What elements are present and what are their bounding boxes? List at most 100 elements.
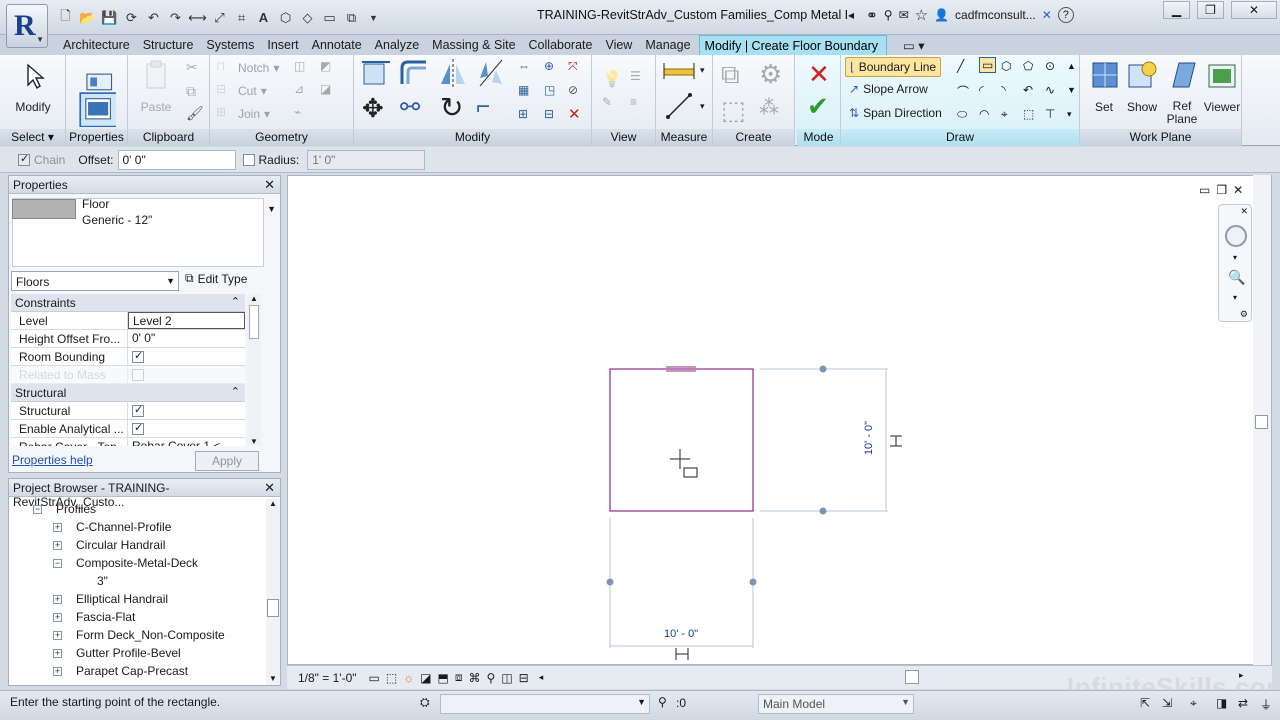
property-row[interactable]: Room Bounding [11, 348, 245, 366]
star-icon[interactable]: ☆ [915, 6, 928, 24]
override-graphics-icon[interactable]: ☰ [630, 69, 641, 83]
paste-button[interactable]: Paste [136, 59, 176, 114]
draw-expand-icon[interactable]: ▾ [1067, 109, 1072, 120]
reveal-hidden-icon[interactable]: ⚲ [487, 671, 496, 685]
scroll-down-icon[interactable]: ▼ [247, 437, 261, 446]
tab-manage[interactable]: Manage [640, 35, 698, 55]
tree-item[interactable]: 3" [9, 573, 267, 591]
shadows-icon[interactable]: ◪ [420, 671, 431, 685]
remove-paint-icon[interactable]: ◪ [320, 82, 331, 96]
tab-collaborate[interactable]: Collaborate [524, 35, 601, 55]
help-icon[interactable]: ? [1057, 7, 1074, 23]
property-group-header[interactable]: Structural ⌃ [11, 384, 245, 402]
grip-left[interactable] [606, 578, 614, 586]
tab-systems[interactable]: Systems [201, 35, 262, 55]
copy-icon[interactable]: ⧉ [186, 83, 196, 100]
exchange-icon[interactable]: ✕ [1042, 8, 1052, 22]
tree-item[interactable]: + Form Deck_Non-Composite [9, 627, 267, 645]
start-end-arc-icon[interactable]: ⌒ [957, 83, 969, 100]
design-option-dropdown[interactable]: Main Model ▼ [758, 694, 914, 714]
hide-bulb-icon[interactable]: 💡 [602, 69, 622, 89]
visual-style-icon[interactable]: ⬚ [386, 671, 397, 685]
horizontal-dimension-toggle-icon[interactable] [675, 648, 689, 660]
close-icon[interactable]: ✕ [1240, 206, 1248, 217]
steering-wheel-icon[interactable] [1225, 225, 1247, 247]
text-icon[interactable]: A [254, 8, 273, 27]
draw-scroll-up-icon[interactable]: ▲ [1067, 61, 1076, 71]
view-minimize-icon[interactable]: ▭ [1199, 183, 1210, 197]
collapse-icon[interactable]: − [33, 505, 42, 514]
customize-qat-icon[interactable]: ▼ [364, 8, 383, 27]
show-work-plane-button[interactable]: Show [1124, 59, 1160, 114]
detail-level-icon[interactable]: ▭ [369, 671, 380, 685]
dimension-dropdown-icon[interactable]: ▾ [700, 101, 705, 112]
chevron-down-icon[interactable]: ▼ [267, 204, 276, 214]
browser-scrollbar[interactable]: ▲ ▼ [266, 499, 280, 685]
close-button[interactable]: ✕ [1231, 1, 1277, 19]
save-icon[interactable]: 💾 [100, 8, 119, 27]
pin-icon[interactable]: ⊟ [544, 107, 554, 121]
grip-top[interactable] [819, 365, 827, 373]
property-row[interactable]: Rebar Cover - Top...Rebar Cover 1 < [11, 438, 245, 446]
select-pinned-icon[interactable]: ⌖ [1190, 696, 1197, 711]
select-underlay-icon[interactable]: ⇲ [1162, 696, 1172, 710]
boundary-line-button[interactable]: ⌊ Boundary Line [845, 57, 942, 77]
communication-icon[interactable]: ✉ [899, 8, 909, 22]
scroll-thumb[interactable] [267, 599, 279, 617]
key-icon[interactable]: ⚲ [884, 8, 893, 22]
ref-plane-button[interactable]: Ref Plane [1164, 59, 1200, 126]
draw-scroll-down-icon[interactable]: ▼ [1067, 85, 1076, 95]
minimize-button[interactable]: ▁ [1163, 1, 1190, 19]
zoom-dropdown-icon[interactable]: ▾ [1233, 293, 1237, 302]
copy-circles-icon[interactable]: ⚯ [400, 93, 420, 122]
cancel-edit-mode-icon[interactable]: ✕ [808, 59, 830, 90]
wall-joins-icon[interactable]: ⊿ [294, 82, 304, 96]
drawing-canvas[interactable]: 10' - 0" 10' - 0" [287, 175, 1272, 665]
wheel-dropdown-icon[interactable]: ▾ [1233, 253, 1237, 262]
pick-lines-icon[interactable]: ⌖ [1001, 107, 1008, 122]
horizontal-dimension-value[interactable]: 10' - 0" [664, 628, 698, 640]
mirror-draw-axis-icon[interactable] [476, 58, 506, 88]
undo-icon[interactable]: ↶ [144, 8, 163, 27]
tab-modify-create-floor-boundary[interactable]: Modify | Create Floor Boundary [698, 35, 887, 55]
property-row[interactable]: Level Level 2 [11, 312, 245, 330]
properties-scrollbar[interactable]: ▲ ▼ [247, 294, 261, 446]
radius-checkbox[interactable]: Radius: [242, 153, 299, 167]
grip-right[interactable] [749, 578, 757, 586]
scroll-thumb[interactable] [1255, 415, 1268, 429]
finish-edit-mode-icon[interactable]: ✔ [807, 91, 829, 122]
match-properties-icon[interactable]: 🖌 [186, 105, 204, 122]
aligned-dimension-icon[interactable]: ⤢ [210, 8, 229, 27]
tab-massing-site[interactable]: Massing & Site [427, 35, 523, 55]
array-icon[interactable]: ▦ [518, 83, 529, 97]
collapse-icon[interactable]: ⌃ [231, 295, 240, 308]
sync-icon[interactable]: ⟳ [122, 8, 141, 27]
instance-category-dropdown[interactable]: Floors ▼ [11, 271, 179, 291]
property-group-header[interactable]: Constraints ⌃ [11, 294, 245, 312]
offset-input[interactable]: 0' 0" [117, 149, 236, 170]
tab-structure[interactable]: Structure [138, 35, 202, 55]
join-button[interactable]: ⊞ Join ▾ [216, 105, 270, 123]
view-close-icon[interactable]: ✕ [1233, 183, 1243, 197]
property-checkbox[interactable] [128, 348, 245, 365]
radius-input[interactable]: 1' 0" [307, 149, 426, 170]
rotate-icon[interactable]: ↻ [440, 91, 463, 124]
chain-checkbox[interactable]: Chain [18, 152, 65, 167]
worksharing-display-icon[interactable]: ◫ [501, 671, 512, 685]
aligned-dimension-tool-icon[interactable] [664, 91, 694, 121]
tree-item[interactable]: + Elliptical Handrail [9, 591, 267, 609]
property-value[interactable]: Level 2 [128, 312, 245, 329]
circle-tool-icon[interactable]: ⊙ [1045, 59, 1055, 73]
scroll-thumb[interactable] [249, 305, 259, 339]
redo-icon[interactable]: ↷ [166, 8, 185, 27]
close-windows-icon[interactable]: ⧉ [342, 8, 361, 27]
create-parts-icon[interactable]: ⚙ [759, 59, 782, 90]
property-value[interactable]: Rebar Cover 1 < [128, 438, 245, 446]
select-panel-label[interactable]: Select ▾ [0, 129, 65, 146]
search-left-arrow-icon[interactable]: ◂ [848, 8, 854, 22]
user-icon[interactable]: 👤 [934, 8, 949, 22]
temporary-hide-icon[interactable]: ⌘ [469, 671, 481, 685]
measure-between-icon[interactable] [662, 61, 696, 81]
3d-view-icon[interactable]: ⬡ [276, 8, 295, 27]
section-icon[interactable]: ◇ [298, 8, 317, 27]
